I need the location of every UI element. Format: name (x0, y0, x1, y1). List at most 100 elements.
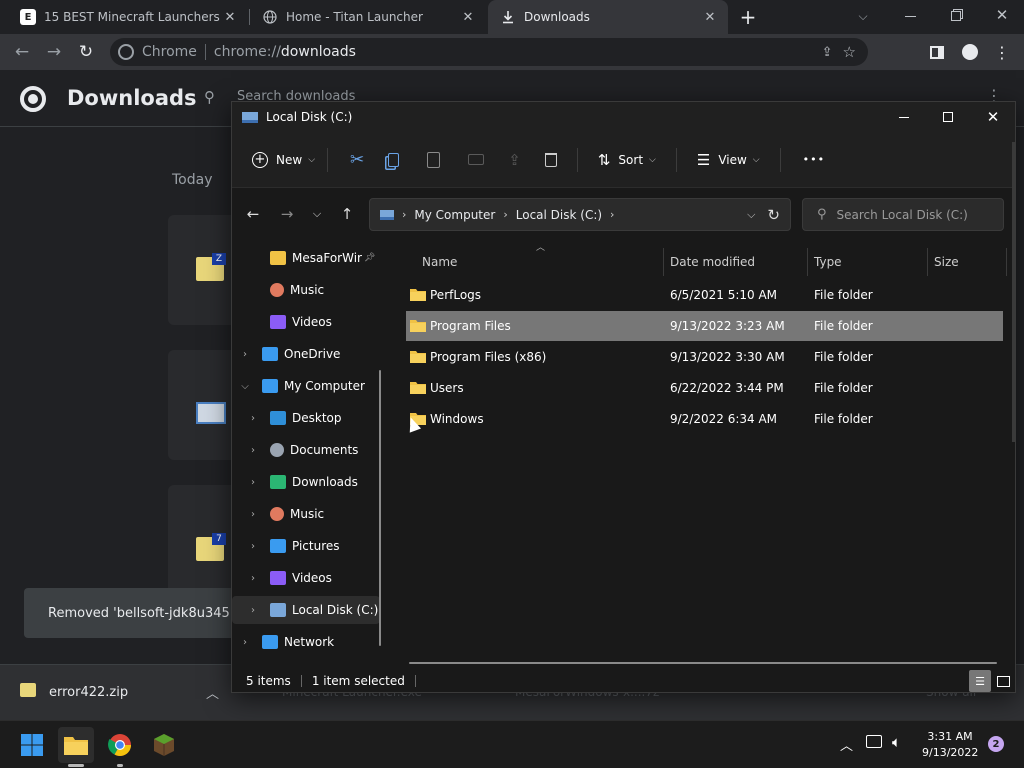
close-tab-icon[interactable]: ✕ (458, 7, 478, 27)
see-more-button[interactable]: ••• (795, 144, 833, 176)
file-row[interactable]: Users 6/22/2022 3:44 PM File folder (406, 373, 1003, 403)
network-icon[interactable] (866, 735, 882, 748)
minimize-button[interactable] (892, 106, 916, 128)
breadcrumb-my-computer[interactable]: My Computer (414, 208, 495, 222)
chevron-up-icon[interactable]: ︿ (206, 683, 219, 702)
restore-button[interactable] (944, 6, 968, 26)
refresh-icon[interactable]: ↻ (767, 206, 780, 224)
nav-item[interactable]: › Music (232, 500, 380, 528)
horizontal-scrollbar[interactable] (409, 662, 997, 664)
cut-icon[interactable]: ✂ (342, 144, 372, 176)
nav-item[interactable]: Music (232, 276, 380, 304)
notification-badge[interactable]: 2 (988, 736, 1004, 752)
close-tab-icon[interactable]: ✕ (220, 7, 240, 27)
nav-item[interactable]: › OneDrive (232, 340, 380, 368)
sort-button[interactable]: ⇅ Sort ⌵ (590, 144, 664, 176)
up-button[interactable]: ↑ (330, 199, 364, 229)
copy-icon[interactable] (380, 144, 407, 176)
tab-search-icon[interactable]: ⌵ (852, 6, 874, 26)
file-row[interactable]: PerfLogs 6/5/2021 5:10 AM File folder (406, 280, 1003, 310)
chevron-right-icon[interactable]: › (238, 349, 252, 360)
minimize-button[interactable] (898, 6, 922, 26)
chevron-right-icon[interactable]: › (246, 541, 260, 552)
new-button[interactable]: + New ⌵ (244, 144, 323, 176)
nav-item[interactable]: › Network (232, 628, 380, 656)
details-view-icon[interactable]: ☰ (969, 670, 991, 692)
chevron-right-icon[interactable]: › (246, 477, 260, 488)
file-row[interactable]: Program Files 9/13/2022 3:23 AM File folde… (406, 311, 1003, 341)
nav-item[interactable]: Videos (232, 308, 380, 336)
new-tab-button[interactable]: + (736, 5, 760, 29)
close-tab-icon[interactable]: ✕ (700, 7, 720, 27)
forward-button[interactable]: → (270, 199, 304, 229)
omnibox[interactable]: Chrome chrome://downloads ⇪ ☆ (110, 38, 868, 66)
recent-locations-icon[interactable]: ⌵ (304, 199, 330, 229)
back-button[interactable]: ← (10, 40, 34, 64)
chevron-right-icon[interactable]: › (246, 509, 260, 520)
reload-button[interactable]: ↻ (74, 40, 98, 64)
nav-item[interactable]: ⌵ My Computer (232, 372, 380, 400)
bookmark-star-icon[interactable]: ☆ (843, 43, 856, 61)
breadcrumb-local-disk[interactable]: Local Disk (C:) (516, 208, 602, 222)
view-button[interactable]: ☰ View ⌵ (689, 144, 768, 176)
nav-item[interactable]: › Documents (232, 436, 380, 464)
chevron-down-icon: ⌵ (752, 154, 760, 165)
nav-item[interactable]: › Videos (232, 564, 380, 592)
paste-icon[interactable] (419, 144, 448, 176)
profile-avatar-icon[interactable] (958, 40, 982, 64)
nav-scrollbar[interactable] (379, 370, 381, 646)
minecraft-taskbar-icon[interactable] (146, 727, 182, 763)
address-dropdown-icon[interactable]: ⌵ (747, 208, 755, 222)
file-row[interactable]: Program Files (x86) 9/13/2022 3:30 AM File… (406, 342, 1003, 372)
address-bar[interactable]: › My Computer › Local Disk (C:) › ⌵ ↻ (369, 198, 791, 231)
tab-minecraft-launchers[interactable]: E 15 BEST Minecraft Launchers In 2 ✕ (8, 0, 248, 34)
file-row[interactable]: Windows 9/2/2022 6:34 AM File folder (406, 404, 1003, 434)
side-panel-icon[interactable] (926, 42, 948, 62)
nav-item-label: Desktop (292, 411, 342, 425)
tab-titan-launcher[interactable]: Home - Titan Launcher ✕ (250, 0, 486, 34)
forward-button[interactable]: → (42, 40, 66, 64)
nav-item[interactable]: › Pictures (232, 532, 380, 560)
nav-item-label: Music (290, 283, 325, 297)
download-icon (500, 9, 516, 25)
large-icons-view-icon[interactable] (992, 670, 1014, 692)
search-icon: ⚲ (817, 207, 827, 222)
delete-icon[interactable] (537, 144, 565, 176)
menu-kebab-icon[interactable]: ⋮ (992, 40, 1012, 64)
maximize-button[interactable] (936, 106, 960, 128)
chevron-right-icon[interactable]: › (238, 637, 252, 648)
column-header-name[interactable]: Name (422, 248, 457, 276)
nav-item[interactable]: › Downloads (232, 468, 380, 496)
chrome-taskbar-icon[interactable] (102, 727, 138, 767)
chevron-right-icon[interactable]: › (246, 605, 260, 616)
nav-item[interactable]: MesaForWir 📌︎ (232, 244, 380, 272)
nav-item[interactable]: › Local Disk (C:) (232, 596, 380, 624)
shelf-item-error422[interactable]: error422.zip (49, 685, 128, 700)
nav-item-label: Downloads (292, 475, 358, 489)
chevron-right-icon[interactable]: › (246, 573, 260, 584)
omnibox-url-host: downloads (280, 44, 356, 60)
share-icon[interactable]: ⇪ (500, 144, 529, 176)
column-header-type[interactable]: Type (814, 248, 842, 276)
chevron-right-icon[interactable]: › (246, 445, 260, 456)
explorer-search-input[interactable]: ⚲ Search Local Disk (C:) (802, 198, 1004, 231)
clock[interactable]: 3:31 AM 9/13/2022 (922, 729, 978, 761)
show-hidden-icons-chevron[interactable]: ︿ (840, 735, 853, 754)
music-icon (270, 283, 284, 297)
rename-icon[interactable] (460, 144, 492, 176)
share-icon[interactable]: ⇪ (822, 45, 833, 60)
close-window-button[interactable]: ✕ (990, 4, 1014, 26)
chevron-right-icon[interactable]: › (246, 413, 260, 424)
column-header-size[interactable]: Size (934, 248, 959, 276)
file-explorer-taskbar-icon[interactable] (58, 727, 94, 767)
nav-item[interactable]: › Desktop (232, 404, 380, 432)
back-button[interactable]: ← (236, 199, 270, 229)
tab-downloads[interactable]: Downloads ✕ (488, 0, 728, 34)
start-windows-icon[interactable] (14, 727, 50, 763)
column-header-date[interactable]: Date modified (670, 248, 755, 276)
vertical-scrollbar[interactable] (1012, 142, 1015, 442)
file-date-modified: 6/5/2021 5:10 AM (670, 288, 778, 302)
close-window-button[interactable]: ✕ (981, 106, 1005, 128)
volume-icon[interactable]: 🔈︎ (892, 733, 901, 751)
chevron-down-icon[interactable]: ⌵ (238, 381, 252, 392)
